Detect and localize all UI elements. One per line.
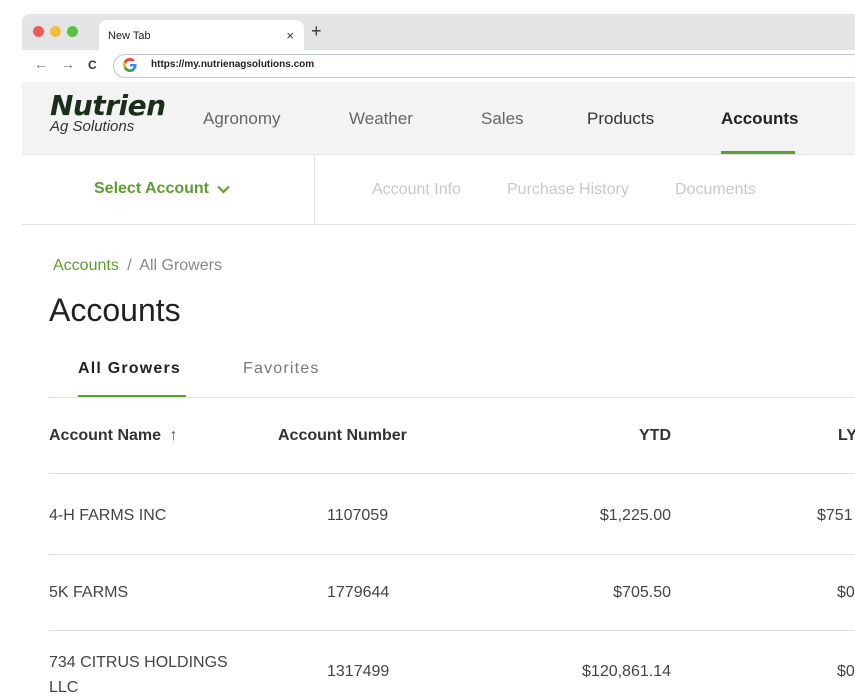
- account-subnav: Select Account Account Info Purchase His…: [22, 155, 855, 225]
- table-cell-account-name[interactable]: 734 CITRUS HOLDINGS LLC: [49, 650, 228, 700]
- table-cell-ytd: $1,225.00: [599, 507, 671, 524]
- account-name-line: LLC: [49, 679, 79, 696]
- browser-tab-title: New Tab: [108, 30, 151, 42]
- new-tab-icon[interactable]: +: [311, 21, 322, 42]
- address-bar[interactable]: https://my.nutrienagsolutions.com: [113, 54, 855, 78]
- table-cell-ytd: $705.50: [613, 584, 671, 601]
- subnav-purchase-history[interactable]: Purchase History: [507, 181, 629, 199]
- google-icon: [123, 58, 137, 72]
- column-header-account-number[interactable]: Account Number: [278, 427, 407, 445]
- url-text: https://my.nutrienagsolutions.com: [151, 59, 315, 70]
- breadcrumb-accounts-link[interactable]: Accounts: [53, 257, 119, 274]
- breadcrumb-current: All Growers: [139, 257, 222, 274]
- nav-active-indicator: [721, 151, 795, 154]
- table-cell-account-number: 1317499: [327, 663, 390, 680]
- table-cell-ly: $751: [817, 507, 853, 524]
- tab-all-growers[interactable]: All Growers: [78, 360, 181, 378]
- browser-tab[interactable]: New Tab ×: [99, 20, 304, 50]
- table-cell-ly: $0: [837, 584, 855, 601]
- breadcrumb: Accounts / All Growers: [53, 257, 222, 275]
- page-title: Accounts: [49, 292, 181, 328]
- maximize-window-button[interactable]: [67, 26, 78, 37]
- breadcrumb-separator: /: [127, 257, 132, 274]
- table-cell-account-name[interactable]: 5K FARMS: [49, 584, 128, 602]
- subnav-account-info[interactable]: Account Info: [372, 181, 461, 199]
- select-account-dropdown[interactable]: Select Account: [94, 180, 230, 198]
- nav-accounts[interactable]: Accounts: [721, 109, 798, 129]
- column-header-ly[interactable]: LY: [838, 427, 855, 445]
- chevron-down-icon: [217, 185, 230, 194]
- table-cell-account-number: 1107059: [327, 507, 389, 524]
- table-header-divider: [49, 473, 855, 474]
- nutrien-logo[interactable]: Nutrien Ag Solutions: [50, 89, 166, 136]
- nav-agronomy[interactable]: Agronomy: [203, 109, 280, 129]
- nav-products[interactable]: Products: [587, 109, 654, 129]
- table-row-divider: [49, 630, 855, 631]
- column-header-label: Account Name: [49, 427, 162, 444]
- tab-favorites[interactable]: Favorites: [243, 360, 320, 378]
- table-cell-ly: $0: [837, 663, 855, 680]
- subnav-divider: [314, 155, 315, 224]
- tab-close-icon[interactable]: ×: [286, 28, 294, 43]
- account-name-line: 734 CITRUS HOLDINGS: [49, 654, 228, 671]
- close-window-button[interactable]: [33, 26, 44, 37]
- back-icon[interactable]: ←: [34, 56, 48, 72]
- nav-weather[interactable]: Weather: [349, 109, 413, 129]
- subnav-documents[interactable]: Documents: [675, 181, 756, 199]
- reload-icon[interactable]: C: [88, 58, 97, 72]
- nav-sales[interactable]: Sales: [481, 109, 524, 129]
- sort-ascending-icon[interactable]: ↑: [169, 427, 177, 444]
- column-header-account-name[interactable]: Account Name ↑: [49, 427, 177, 445]
- table-row-divider: [49, 554, 855, 555]
- table-cell-ytd: $120,861.14: [582, 663, 671, 680]
- column-header-ytd[interactable]: YTD: [571, 427, 671, 445]
- tabs-divider: [49, 397, 855, 398]
- browser-toolbar: ← → C https://my.nutrienagsolutions.com: [22, 50, 855, 83]
- select-account-label: Select Account: [94, 180, 209, 197]
- table-cell-account-number: 1779644: [327, 584, 390, 601]
- brand-name: Nutrien: [50, 89, 166, 122]
- browser-tab-strip: New Tab × +: [22, 14, 855, 50]
- table-cell-account-name[interactable]: 4-H FARMS INC: [49, 507, 166, 525]
- minimize-window-button[interactable]: [50, 26, 61, 37]
- site-header: Nutrien Ag Solutions Agronomy Weather Sa…: [22, 82, 855, 155]
- forward-icon[interactable]: →: [61, 56, 75, 72]
